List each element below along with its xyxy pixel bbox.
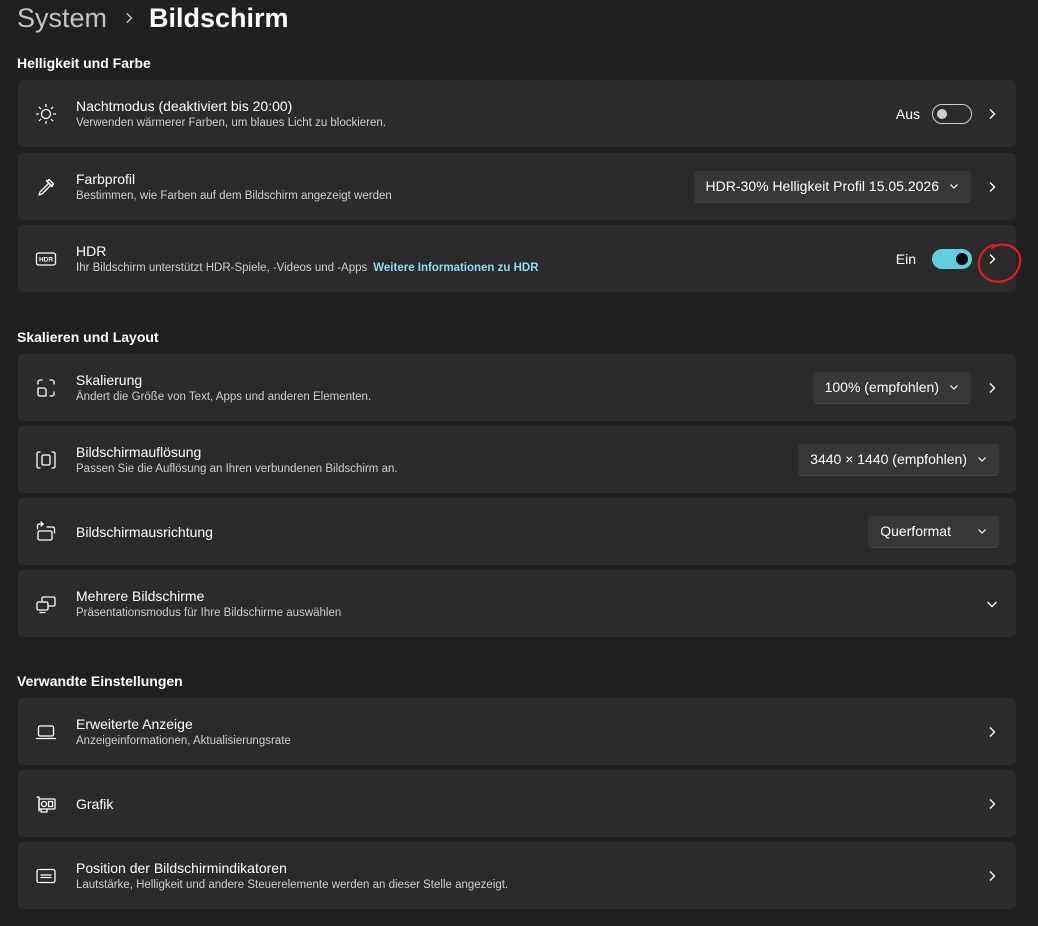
scale-desc: Ändert die Größe von Text, Apps und ande… [76,390,372,403]
chevron-right-icon[interactable] [986,870,998,882]
color-profile-texts: Farbprofil Bestimmen, wie Farben auf dem… [76,170,392,204]
scale-value: 100% (empfohlen) [824,379,939,395]
graphics-texts: Grafik [76,795,113,813]
indicators-desc: Lautstärke, Helligkeit und andere Steuer… [76,878,509,891]
graphics-card[interactable]: Grafik [18,770,1016,837]
chevron-down-icon [950,385,958,390]
scale-title: Skalierung [76,371,143,388]
orientation-value: Querformat [880,523,951,539]
chevron-right-icon[interactable] [986,726,998,738]
orientation-dropdown[interactable]: Querformat [868,515,999,548]
breadcrumb-system[interactable]: System [17,1,107,35]
svg-text:HDR: HDR [39,256,53,263]
scale-texts: Skalierung Ändert die Größe von Text, Ap… [76,371,371,405]
color-profile-value: HDR-30% Helligkeit Profil 15.05.2026 [705,178,939,194]
multi-display-title: Mehrere Bildschirme [76,587,205,604]
night-mode-desc: Verwenden wärmerer Farben, um blaues Lic… [76,116,387,129]
orientation-texts: Bildschirmausrichtung [76,523,213,541]
eyedropper-icon [34,175,58,199]
chevron-down-icon [978,529,986,534]
scale-dropdown[interactable]: 100% (empfohlen) [812,371,971,404]
chevron-right-icon[interactable] [986,181,998,193]
night-mode-card[interactable]: Nachtmodus (deaktiviert bis 20:00) Verwe… [18,80,1016,147]
multi-display-card[interactable]: Mehrere Bildschirme Präsentationsmodus f… [18,570,1016,637]
orientation-icon [34,520,58,544]
chevron-right-icon [126,13,133,23]
advanced-display-desc: Anzeigeinformationen, Aktualisierungsrat… [76,734,291,747]
chevron-down-icon[interactable] [986,598,998,610]
settings-page: System Bildschirm Helligkeit und Farbe N… [0,0,1038,926]
chevron-right-icon[interactable] [986,108,998,120]
resolution-card[interactable]: Bildschirmauflösung Passen Sie die Auflö… [18,426,1016,493]
hdr-toggle[interactable] [932,248,972,269]
hdr-texts: HDR Ihr Bildschirm unterstützt HDR-Spiel… [76,242,539,276]
night-mode-texts: Nachtmodus (deaktiviert bis 20:00) Verwe… [76,97,386,131]
chevron-down-icon [978,457,986,462]
chevron-right-icon[interactable] [986,382,998,394]
section-title-related: Verwandte Einstellungen [17,673,183,689]
indicators-title: Position der Bildschirmindikatoren [76,859,287,876]
scale-card[interactable]: Skalierung Ändert die Größe von Text, Ap… [18,354,1016,421]
resolution-icon [34,448,58,472]
toggle-knob [956,252,968,265]
chevron-down-icon [950,184,958,189]
advanced-display-card[interactable]: Erweiterte Anzeige Anzeigeinformationen,… [18,698,1016,765]
breadcrumb: System Bildschirm [17,0,289,36]
resolution-title: Bildschirmauflösung [76,443,202,460]
chevron-right-icon[interactable] [986,798,998,810]
section-title-brightness: Helligkeit und Farbe [17,55,151,71]
toggle-knob [937,108,947,119]
graphics-card-icon [34,792,58,816]
hdr-info-link[interactable]: Weitere Informationen zu HDR [373,262,538,274]
hdr-title: HDR [76,242,107,259]
resolution-value: 3440 × 1440 (empfohlen) [810,451,967,467]
color-profile-desc: Bestimmen, wie Farben auf dem Bildschirm… [76,189,392,202]
graphics-title: Grafik [76,795,114,812]
scale-icon [34,376,58,400]
night-mode-state-label: Aus [895,105,920,122]
night-mode-title: Nachtmodus (deaktiviert bis 20:00) [76,97,293,114]
advanced-display-texts: Erweiterte Anzeige Anzeigeinformationen,… [76,715,291,749]
hdr-icon: HDR [34,247,58,271]
resolution-desc: Passen Sie die Auflösung an Ihren verbun… [76,462,398,475]
multi-display-texts: Mehrere Bildschirme Präsentationsmodus f… [76,587,341,621]
advanced-display-title: Erweiterte Anzeige [76,715,193,732]
laptop-icon [34,720,58,744]
night-mode-toggle[interactable] [932,103,972,124]
multiple-displays-icon [34,592,58,616]
orientation-card[interactable]: Bildschirmausrichtung Querformat [18,498,1016,565]
brightness-moon-icon [34,102,58,126]
hdr-desc-line: Ihr Bildschirm unterstützt HDR-Spiele, -… [76,260,539,276]
resolution-texts: Bildschirmauflösung Passen Sie die Auflö… [76,443,398,477]
color-profile-card[interactable]: Farbprofil Bestimmen, wie Farben auf dem… [18,153,1016,220]
indicators-texts: Position der Bildschirmindikatoren Lauts… [76,859,508,893]
hdr-desc: Ihr Bildschirm unterstützt HDR-Spiele, -… [76,261,368,274]
hdr-state-label: Ein [895,250,916,267]
indicator-icon [34,864,58,888]
orientation-title: Bildschirmausrichtung [76,523,213,540]
color-profile-title: Farbprofil [76,170,136,187]
page-title: Bildschirm [149,3,289,33]
multi-display-desc: Präsentationsmodus für Ihre Bildschirme … [76,606,342,619]
indicators-card[interactable]: Position der Bildschirmindikatoren Lauts… [18,842,1016,909]
section-title-scaling: Skalieren und Layout [17,329,159,345]
resolution-dropdown[interactable]: 3440 × 1440 (empfohlen) [798,443,999,476]
chevron-right-icon[interactable] [986,253,998,265]
color-profile-dropdown[interactable]: HDR-30% Helligkeit Profil 15.05.2026 [693,170,971,203]
hdr-card[interactable]: HDR HDR Ihr Bildschirm unterstützt HDR-S… [18,225,1016,292]
